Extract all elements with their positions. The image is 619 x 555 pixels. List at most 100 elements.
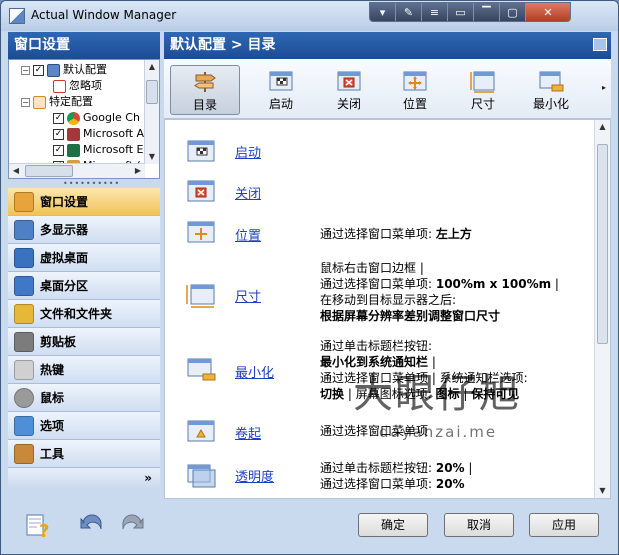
- checkbox-checked-icon[interactable]: ✓: [53, 144, 64, 156]
- tree-item-excel[interactable]: ✓ Microsoft E: [53, 142, 144, 158]
- scroll-up-icon[interactable]: ▲: [595, 120, 610, 134]
- transparency-icon: [187, 464, 216, 488]
- tree-item-specific[interactable]: − 特定配置: [21, 94, 93, 110]
- sidebar-item-desktop-divider[interactable]: 桌面分区: [8, 272, 160, 300]
- scroll-left-icon[interactable]: ◀: [9, 164, 23, 178]
- scroll-right-icon[interactable]: ▶: [131, 164, 145, 178]
- scroll-thumb[interactable]: [146, 80, 158, 104]
- link-close[interactable]: 关闭: [235, 183, 261, 202]
- tab-label: 关闭: [336, 97, 361, 111]
- sidebar-item-multi-monitor[interactable]: 多显示器: [8, 216, 160, 244]
- tree-item-ignore[interactable]: 忽略项: [53, 78, 102, 94]
- sidebar-item-label: 窗口设置: [40, 195, 89, 209]
- tree-vertical-scrollbar[interactable]: ▲ ▼: [144, 60, 159, 164]
- redo-icon[interactable]: [119, 513, 145, 535]
- tree-item-label: Microsoft A: [83, 127, 145, 140]
- restore-panel-icon[interactable]: [593, 38, 607, 51]
- scroll-thumb[interactable]: [597, 144, 608, 344]
- keyboard-icon: [14, 359, 34, 380]
- link-roll-up[interactable]: 卷起: [235, 423, 261, 442]
- link-position[interactable]: 位置: [235, 225, 261, 244]
- cancel-button[interactable]: 取消: [444, 513, 514, 537]
- sidebar-item-virtual-desktop[interactable]: 虚拟桌面: [8, 244, 160, 272]
- scroll-thumb[interactable]: [25, 165, 73, 177]
- undo-icon[interactable]: [79, 513, 105, 535]
- tab-size[interactable]: 尺寸: [448, 65, 518, 115]
- sidebar-item-clipboard[interactable]: 剪贴板: [8, 328, 160, 356]
- tab-label: 最小化: [532, 97, 569, 111]
- transparency-description: 通过单击标题栏按钮: 20% | 通过选择窗口菜单项: 20%: [320, 460, 472, 492]
- desktop-divider-icon: [14, 275, 34, 296]
- config-tree[interactable]: − ✓ 默认配置 忽略项 − 特定配置 ✓ Google Ch ✓ Micros…: [8, 59, 160, 179]
- sidebar-item-tools[interactable]: 工具: [8, 440, 160, 468]
- scroll-up-icon[interactable]: ▲: [145, 60, 159, 74]
- minimize-window-icon: [539, 71, 564, 92]
- tree-item-label: 特定配置: [49, 95, 93, 108]
- watermark-url: dayanzai.me: [379, 423, 498, 441]
- tab-label: 目录: [192, 98, 217, 112]
- sidebar-item-options[interactable]: 选项: [8, 412, 160, 440]
- sidebar-more-button[interactable]: »: [8, 468, 160, 490]
- checkbox-checked-icon[interactable]: ✓: [33, 64, 44, 76]
- scroll-down-icon[interactable]: ▼: [595, 484, 610, 498]
- link-transparency[interactable]: 透明度: [235, 466, 274, 485]
- tree-item-default[interactable]: − ✓ 默认配置: [21, 62, 107, 78]
- restore-button[interactable]: ▭: [448, 3, 474, 21]
- apply-button[interactable]: 应用: [529, 513, 599, 537]
- tab-label: 尺寸: [470, 97, 495, 111]
- collapse-icon[interactable]: −: [21, 97, 30, 107]
- sidebar-item-label: 虚拟桌面: [40, 251, 89, 265]
- description-value: 切换: [320, 387, 345, 401]
- description-text: |: [464, 461, 473, 475]
- toolbar-scroll-right-icon[interactable]: ▸: [602, 83, 606, 92]
- sidebar-item-label: 选项: [40, 419, 65, 433]
- sidebar-item-window-settings[interactable]: 窗口设置: [8, 188, 160, 216]
- title-bar[interactable]: Actual Window Manager ▾ ✎ ≡ ▭ ▔ ▢ ✕: [1, 1, 618, 31]
- tree-horizontal-scrollbar[interactable]: ◀ ▶: [9, 163, 145, 178]
- sidebar-item-files-folders[interactable]: 文件和文件夹: [8, 300, 160, 328]
- splitter-grip[interactable]: ••••••••••: [63, 180, 119, 188]
- window-title: Actual Window Manager: [31, 8, 177, 22]
- left-panel-title: 窗口设置: [8, 32, 160, 59]
- checkbox-checked-icon[interactable]: ✓: [53, 112, 64, 124]
- collapse-icon[interactable]: −: [21, 65, 30, 75]
- tab-position[interactable]: 位置: [380, 65, 450, 115]
- description-text: 在移动到目标显示器之后:: [320, 293, 457, 307]
- tree-item-label: 忽略项: [69, 79, 102, 92]
- sidebar-item-label: 桌面分区: [40, 279, 89, 293]
- tree-item-access[interactable]: ✓ Microsoft A: [53, 126, 144, 142]
- tree-item-label: 默认配置: [63, 63, 107, 76]
- description-value: 20%: [435, 477, 465, 491]
- resize-icon: [470, 71, 495, 93]
- checkbox-checked-icon[interactable]: ✓: [53, 128, 64, 140]
- tab-minimize[interactable]: 最小化: [516, 65, 586, 115]
- list-item: 位置 通过选择窗口菜单项: 左上方: [165, 218, 593, 248]
- description-text: |: [551, 277, 559, 291]
- tab-close[interactable]: 关闭: [314, 65, 384, 115]
- resize-icon: [186, 284, 215, 308]
- contents-scrollbar[interactable]: ▲ ▼: [594, 120, 610, 498]
- link-minimize[interactable]: 最小化: [235, 362, 274, 381]
- scroll-down-icon[interactable]: ▼: [145, 150, 159, 164]
- sidebar-item-mouse[interactable]: 鼠标: [8, 384, 160, 412]
- ok-button[interactable]: 确定: [358, 513, 428, 537]
- window-icon: [47, 63, 60, 77]
- link-startup[interactable]: 启动: [235, 142, 261, 161]
- options-button[interactable]: ≡: [422, 3, 448, 21]
- tab-label: 位置: [402, 97, 427, 111]
- maximize-button[interactable]: ▢: [500, 3, 526, 21]
- tab-startup[interactable]: 启动: [246, 65, 316, 115]
- description-text: 通过选择窗口菜单项:: [320, 277, 436, 291]
- tree-item-label: Microsoft E: [83, 143, 144, 156]
- folder-settings-icon: [33, 95, 46, 109]
- menu-button[interactable]: ▾: [370, 3, 396, 21]
- sidebar-item-hotkeys[interactable]: 热键: [8, 356, 160, 384]
- minimize-button[interactable]: ▔: [474, 3, 500, 21]
- watermark-text: 大眼仔旭: [353, 371, 521, 417]
- pin-button[interactable]: ✎: [396, 3, 422, 21]
- help-icon[interactable]: ?: [25, 511, 53, 539]
- link-size[interactable]: 尺寸: [235, 286, 261, 305]
- close-button[interactable]: ✕: [526, 3, 570, 21]
- tree-item-chrome[interactable]: ✓ Google Ch: [53, 110, 140, 126]
- tab-contents[interactable]: 目录: [170, 65, 240, 115]
